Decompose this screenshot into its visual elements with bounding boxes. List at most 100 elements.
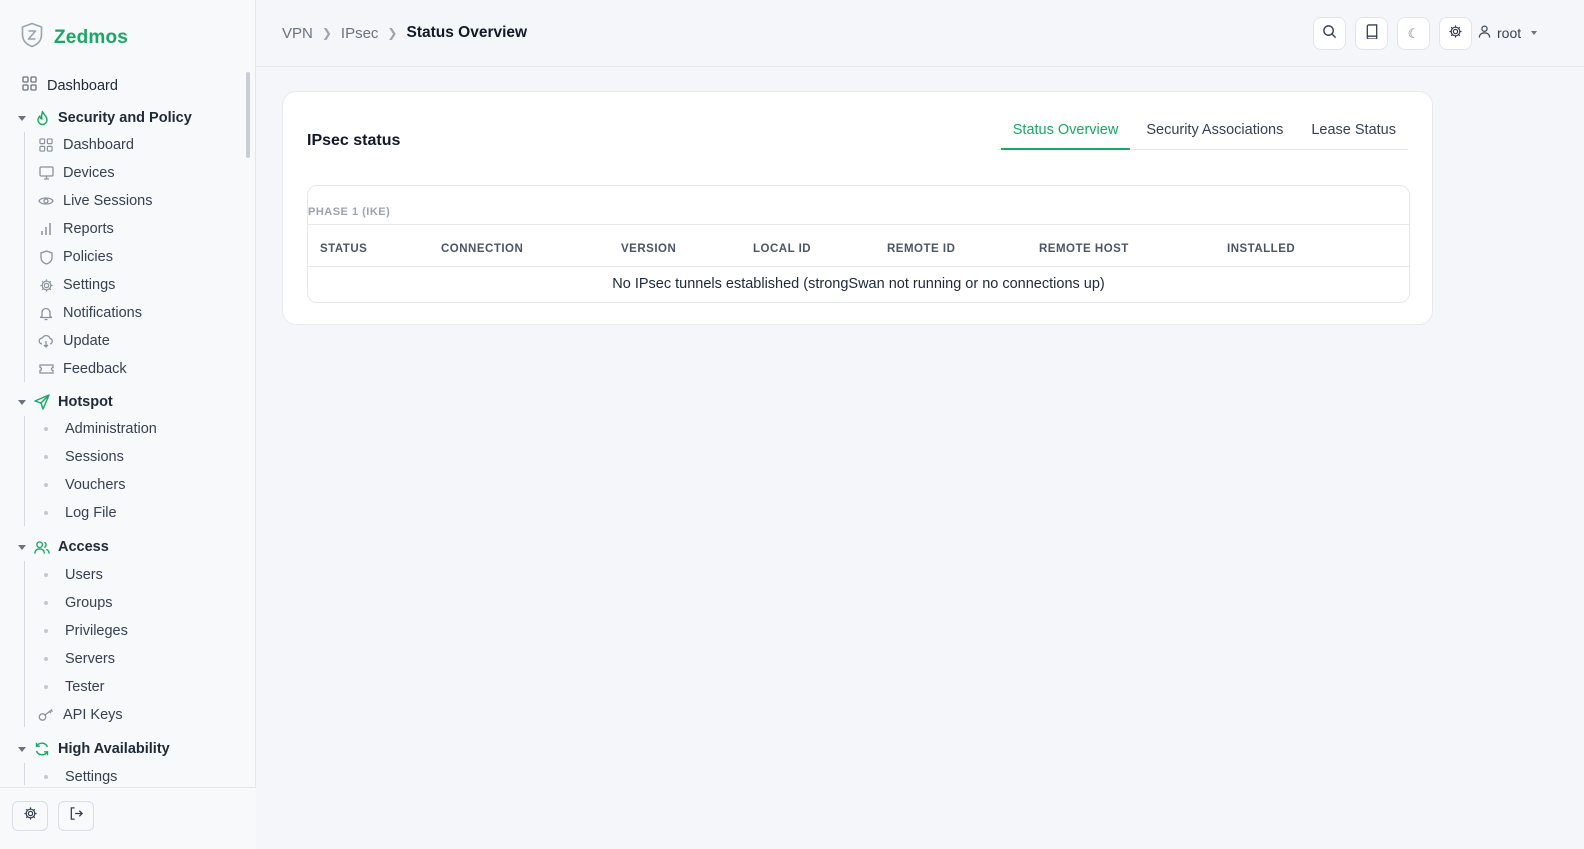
section-title: Access — [58, 539, 109, 555]
gear-icon — [23, 806, 38, 826]
sidebar-item-servers[interactable]: Servers — [38, 651, 115, 667]
key-icon — [38, 707, 54, 723]
section-security-and-policy[interactable]: Security and Policy — [18, 110, 192, 126]
bullet-icon — [44, 601, 48, 605]
sidebar-item-feedback[interactable]: Feedback — [38, 361, 127, 377]
cloud-download-icon — [38, 333, 54, 349]
sidebar-item-label: Update — [63, 333, 110, 349]
theme-toggle-button[interactable]: ☾ — [1397, 17, 1430, 50]
search-button[interactable] — [1313, 17, 1346, 50]
section-title: Hotspot — [58, 394, 113, 410]
caret-down-icon — [18, 746, 26, 752]
sidebar-item-label: Privileges — [65, 623, 128, 639]
bullet-icon — [44, 511, 48, 515]
bullet-icon — [44, 685, 48, 689]
sidebar-item-label: Vouchers — [65, 477, 126, 493]
chevron-right-icon: ❯ — [387, 26, 398, 40]
section-high-availability[interactable]: High Availability — [18, 741, 170, 757]
sidebar-item-label: Users — [65, 567, 103, 583]
section-access[interactable]: Access — [18, 539, 109, 555]
eye-icon — [38, 193, 54, 209]
breadcrumb-item-vpn[interactable]: VPN — [282, 25, 313, 42]
section-guide-line — [24, 763, 25, 785]
bullet-icon — [44, 573, 48, 577]
column-header[interactable]: CONNECTION — [441, 243, 523, 255]
sidebar-item-users[interactable]: Users — [38, 567, 103, 583]
book-icon — [1365, 23, 1379, 44]
sidebar-item-label: Policies — [63, 249, 113, 265]
empty-state-message: No IPsec tunnels established (strongSwan… — [612, 276, 1105, 292]
column-header[interactable]: REMOTE ID — [887, 243, 955, 255]
section-hotspot[interactable]: Hotspot — [18, 394, 113, 410]
sidebar-item-policies[interactable]: Policies — [38, 249, 113, 265]
ticket-icon — [38, 361, 54, 377]
sidebar-item-sessions[interactable]: Sessions — [38, 449, 124, 465]
section-title: High Availability — [58, 741, 170, 757]
tab-security-associations[interactable]: Security Associations — [1134, 114, 1295, 150]
sidebar-item-dashboard[interactable]: Dashboard — [38, 137, 134, 153]
ipsec-status-card: IPsec status Status Overview Security As… — [282, 91, 1433, 325]
sidebar-item-label: Live Sessions — [63, 193, 153, 209]
caret-down-icon — [18, 115, 26, 121]
column-header[interactable]: INSTALLED — [1227, 243, 1295, 255]
sidebar-item-administration[interactable]: Administration — [38, 421, 157, 437]
chevron-right-icon: ❯ — [321, 26, 332, 40]
sidebar: Zedmos Dashboard Security and Policy Das… — [0, 0, 256, 849]
sidebar-item-label: Notifications — [63, 305, 142, 321]
phase-label: PHASE 1 (IKE) — [308, 206, 391, 218]
sidebar-item-devices[interactable]: Devices — [38, 165, 115, 181]
sidebar-item-dashboard[interactable]: Dashboard — [22, 76, 118, 95]
user-menu[interactable]: root — [1478, 25, 1538, 41]
user-icon — [1478, 25, 1491, 41]
sidebar-item-label: Log File — [65, 505, 117, 521]
docs-button[interactable] — [1355, 17, 1388, 50]
moon-icon: ☾ — [1407, 25, 1420, 41]
sidebar-item-tester[interactable]: Tester — [38, 679, 105, 695]
sidebar-item-api-keys[interactable]: API Keys — [38, 707, 123, 723]
logout-icon — [69, 806, 84, 826]
section-guide-line — [24, 561, 25, 727]
sidebar-item-label: Groups — [65, 595, 113, 611]
sidebar-item-label: Tester — [65, 679, 105, 695]
column-header[interactable]: VERSION — [621, 243, 676, 255]
sidebar-item-privileges[interactable]: Privileges — [38, 623, 128, 639]
brand[interactable]: Zedmos — [20, 22, 128, 53]
sidebar-item-label: Sessions — [65, 449, 124, 465]
shield-z-icon — [20, 22, 44, 53]
settings-button[interactable] — [1439, 17, 1472, 50]
column-header[interactable]: LOCAL ID — [753, 243, 811, 255]
tab-status-overview[interactable]: Status Overview — [1000, 114, 1131, 150]
flame-icon — [34, 110, 50, 126]
sidebar-item-groups[interactable]: Groups — [38, 595, 113, 611]
sidebar-item-label: Dashboard — [47, 77, 118, 94]
sidebar-item-vouchers[interactable]: Vouchers — [38, 477, 125, 493]
bar-chart-icon — [38, 221, 54, 237]
sidebar-item-reports[interactable]: Reports — [38, 221, 114, 237]
caret-down-icon — [18, 399, 26, 405]
shield-icon — [38, 249, 54, 265]
section-guide-line — [24, 416, 25, 526]
bullet-icon — [44, 427, 48, 431]
footer-logout-button[interactable] — [58, 801, 94, 831]
refresh-icon — [34, 741, 50, 757]
sidebar-item-update[interactable]: Update — [38, 333, 110, 349]
sidebar-item-label: Feedback — [63, 361, 127, 377]
section-guide-line — [24, 132, 25, 382]
send-icon — [34, 394, 50, 410]
user-name: root — [1497, 25, 1522, 41]
column-header[interactable]: REMOTE HOST — [1039, 243, 1129, 255]
gear-icon — [1448, 24, 1463, 44]
breadcrumb: VPN ❯ IPsec ❯ Status Overview — [282, 24, 527, 42]
sidebar-item-ha-settings[interactable]: Settings — [38, 769, 117, 785]
sidebar-footer — [0, 787, 256, 849]
breadcrumb-item-ipsec[interactable]: IPsec — [341, 25, 379, 42]
footer-settings-button[interactable] — [12, 801, 48, 831]
sidebar-item-notifications[interactable]: Notifications — [38, 305, 142, 321]
bullet-icon — [44, 483, 48, 487]
sidebar-item-live-sessions[interactable]: Live Sessions — [38, 193, 152, 209]
tab-lease-status[interactable]: Lease Status — [1299, 114, 1408, 150]
sidebar-item-settings[interactable]: Settings — [38, 277, 115, 293]
grid-icon — [38, 137, 54, 153]
column-header[interactable]: STATUS — [320, 243, 367, 255]
sidebar-item-log-file[interactable]: Log File — [38, 505, 117, 521]
